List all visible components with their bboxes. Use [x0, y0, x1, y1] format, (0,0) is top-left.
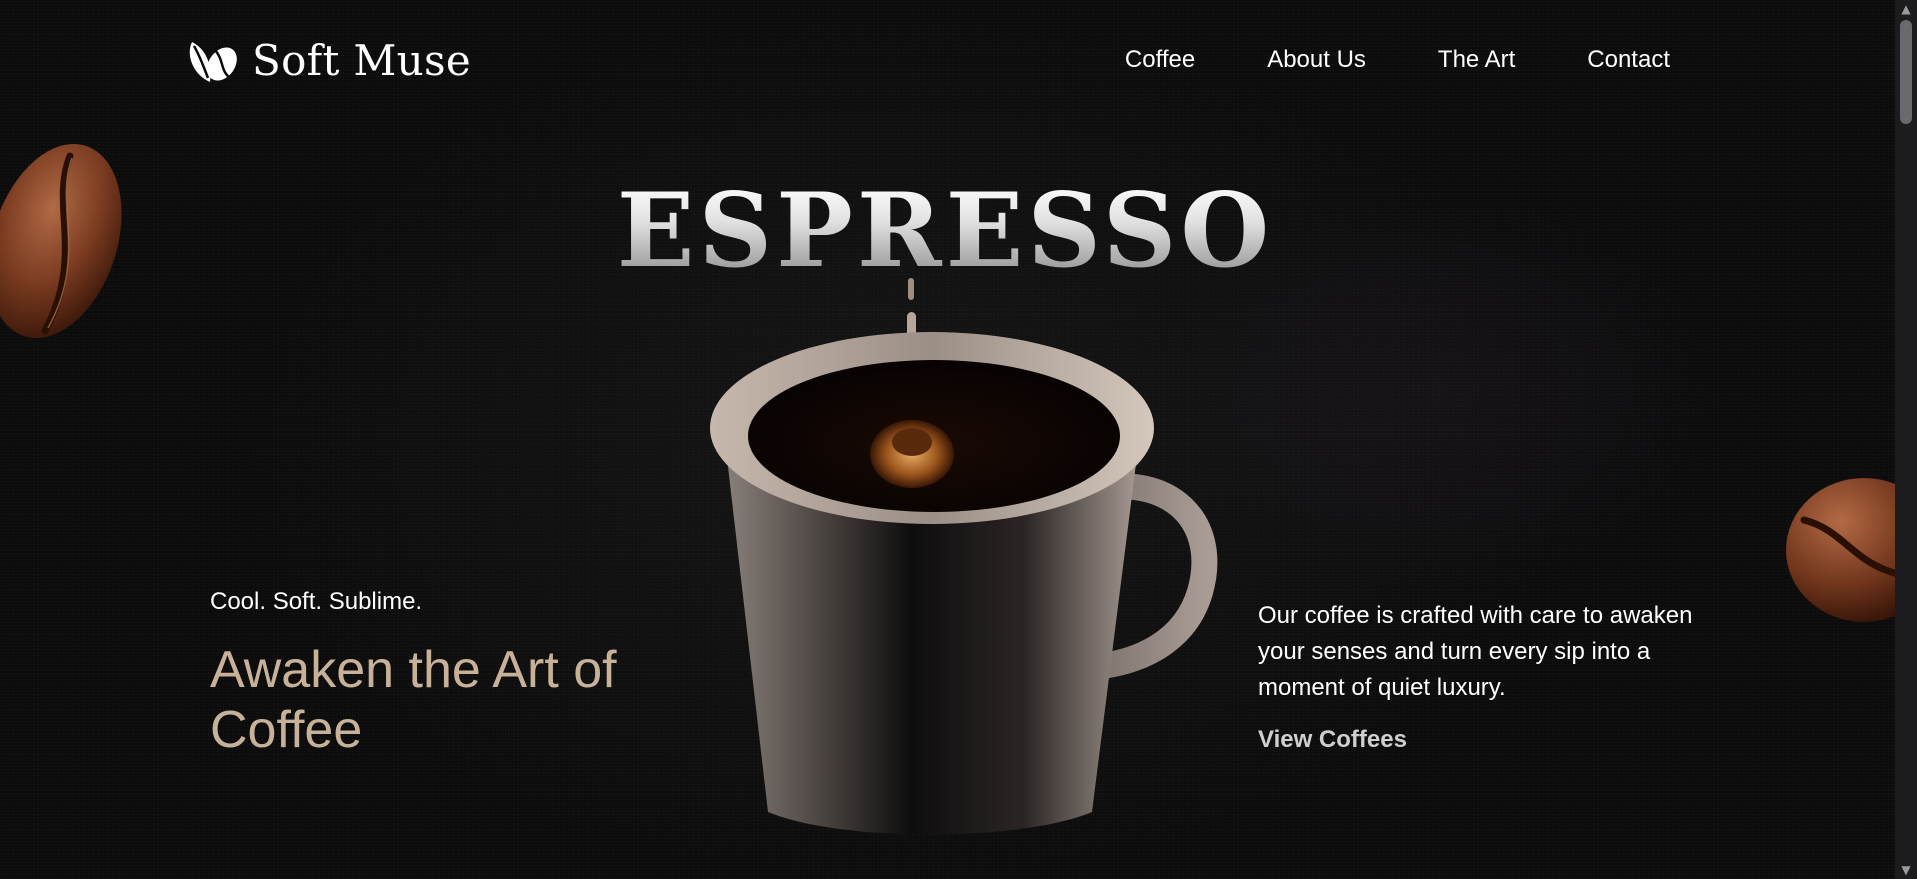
scroll-down-arrow-icon[interactable]: ▼: [1895, 863, 1917, 877]
vertical-scrollbar[interactable]: ▲ ▼: [1895, 0, 1917, 879]
hero-description: Our coffee is crafted with care to awake…: [1258, 602, 1693, 701]
nav-link-coffee[interactable]: Coffee: [1125, 46, 1195, 74]
brand-logo[interactable]: Soft Muse: [182, 30, 471, 90]
hero-tagline: Cool. Soft. Sublime.: [210, 588, 423, 615]
page: Soft Muse Coffee About Us The Art Contac…: [0, 0, 1895, 879]
coffee-bean-leaf-icon: [189, 42, 237, 82]
nav-link-contact[interactable]: Contact: [1587, 46, 1670, 74]
coffee-cup-image: [710, 278, 1218, 835]
scrollbar-thumb[interactable]: [1900, 20, 1912, 124]
hero-title: ESPRESSO: [560, 180, 1330, 282]
hero-headline: Awaken the Art of Coffee: [210, 641, 617, 759]
view-coffees-link[interactable]: View Coffees: [1258, 726, 1407, 754]
nav-link-about-us[interactable]: About Us: [1267, 46, 1366, 74]
coffee-bean-image-left: [0, 143, 122, 339]
coffee-bean-image-right: [1786, 478, 1895, 622]
nav-link-the-art[interactable]: The Art: [1438, 46, 1515, 74]
scroll-up-arrow-icon[interactable]: ▲: [1895, 2, 1917, 16]
brand-name: Soft Muse: [252, 35, 471, 85]
main-nav: Coffee About Us The Art Contact: [1125, 46, 1670, 74]
